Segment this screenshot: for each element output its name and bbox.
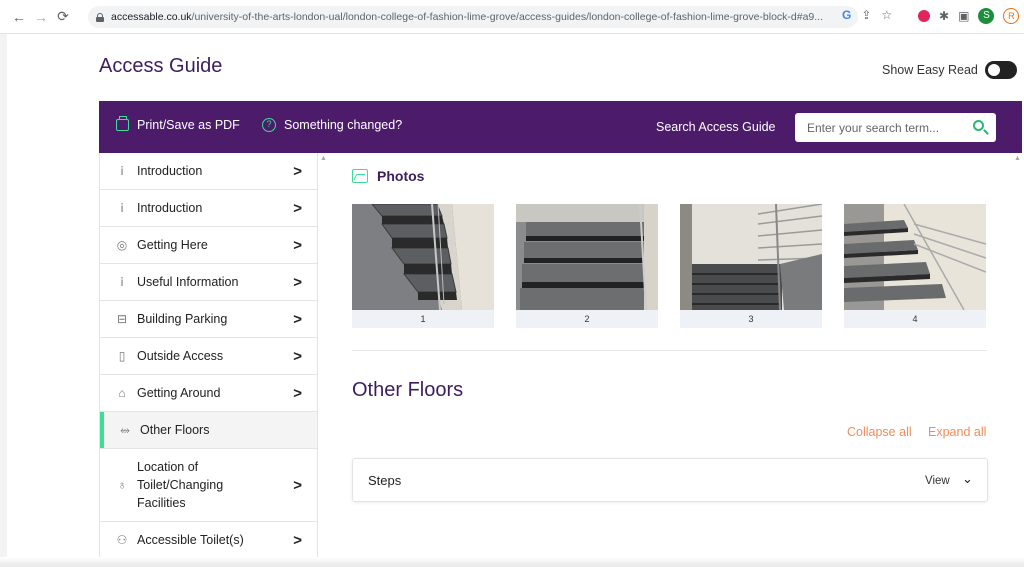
sidebar-item-label: Location of Toilet/Changing Facilities xyxy=(137,460,224,510)
building-icon: ⌂ xyxy=(118,386,126,400)
sidebar-item-label: Accessible Toilet(s) xyxy=(137,533,244,547)
accordion-view-label: View xyxy=(925,475,950,487)
photo-card[interactable]: 4 xyxy=(844,204,986,328)
sidebar-scroll-up-icon[interactable]: ▲ xyxy=(320,155,327,165)
extension-icon[interactable] xyxy=(918,10,930,22)
staircase-photo xyxy=(352,204,494,310)
chevron-right-icon: > xyxy=(293,476,302,494)
chevron-right-icon: > xyxy=(293,531,302,549)
search-input[interactable] xyxy=(807,120,967,135)
photo-caption: 4 xyxy=(844,310,986,328)
chevron-right-icon: > xyxy=(293,384,302,402)
sidebar-item-label: Getting Here xyxy=(137,238,208,252)
section-divider xyxy=(352,350,987,351)
photo-caption: 1 xyxy=(352,310,494,328)
sidebar-nav: ⅰ Introduction > ⅰ Introduction > ◎ Gett… xyxy=(99,153,318,567)
side-panel-icon[interactable]: ▣ xyxy=(958,9,969,23)
sidebar-item-getting-around[interactable]: ⌂ Getting Around > xyxy=(100,375,317,412)
url-path: /university-of-the-arts-london-ual/londo… xyxy=(191,11,824,23)
toggle-knob xyxy=(987,64,1000,76)
chevron-right-icon: > xyxy=(293,162,302,180)
steps-accordion[interactable]: Steps View ⌄ xyxy=(352,458,988,502)
printer-icon xyxy=(116,116,129,131)
accordion-title: Steps xyxy=(368,473,402,488)
easy-read-toggle[interactable] xyxy=(984,61,1017,79)
chevron-right-icon: > xyxy=(293,236,302,254)
photo-card[interactable]: 1 xyxy=(352,204,494,328)
profile-avatar[interactable]: S xyxy=(978,8,995,24)
info-icon: ⅰ xyxy=(120,201,124,215)
sidebar-item-label: Introduction xyxy=(137,164,203,178)
sidebar-item-label: Useful Information xyxy=(137,275,239,289)
back-icon[interactable]: ← xyxy=(8,9,30,25)
print-label: Print/Save as PDF xyxy=(137,118,240,132)
search-label: Search Access Guide xyxy=(656,120,776,134)
other-floors-heading: Other Floors xyxy=(352,379,464,401)
photo-card[interactable]: 2 xyxy=(516,204,658,328)
page-content: Access Guide Show Easy Read Print/Save a… xyxy=(7,34,1024,567)
something-changed-label: Something changed? xyxy=(284,118,403,132)
staircase-photo xyxy=(516,204,658,310)
info-icon: ⅰ xyxy=(120,164,124,178)
question-icon: ? xyxy=(262,118,276,132)
info-icon: ⅰ xyxy=(120,275,124,289)
image-icon xyxy=(352,169,368,183)
car-icon: ⊟ xyxy=(116,312,128,326)
location-pin-icon: ◎ xyxy=(116,238,128,252)
easy-read-toggle-row[interactable]: Show Easy Read xyxy=(882,61,1017,79)
search-box xyxy=(795,113,996,142)
google-icon[interactable]: G xyxy=(842,8,851,22)
chevron-right-icon: > xyxy=(293,347,302,365)
sidebar-item-label: Getting Around xyxy=(137,386,221,400)
profile-avatar-secondary[interactable]: R xyxy=(1003,8,1020,24)
address-bar[interactable]: accessable.co.uk/university-of-the-arts-… xyxy=(88,6,858,28)
easy-read-label: Show Easy Read xyxy=(882,63,978,77)
share-icon[interactable]: ⇪ xyxy=(861,8,871,22)
search-icon[interactable] xyxy=(973,120,984,131)
main-scroll-up-icon[interactable]: ▲ xyxy=(1014,155,1021,162)
sidebar-item-toilet-changing[interactable]: ♁ Location of Toilet/Changing Facilities… xyxy=(100,449,317,522)
sidebar-item-introduction[interactable]: ⅰ Introduction > xyxy=(100,153,317,190)
chevron-right-icon: > xyxy=(293,310,302,328)
collapse-all-link[interactable]: Collapse all xyxy=(847,425,912,439)
sidebar-item-useful-information[interactable]: ⅰ Useful Information > xyxy=(100,264,317,301)
forward-icon[interactable]: → xyxy=(30,9,52,25)
print-button[interactable]: Print/Save as PDF xyxy=(116,116,240,132)
lock-icon xyxy=(96,12,104,22)
reload-icon[interactable]: ⟳ xyxy=(52,8,74,25)
sidebar-item-outside-access[interactable]: ▯ Outside Access > xyxy=(100,338,317,375)
chevron-down-icon: ⌄ xyxy=(962,471,973,486)
something-changed-button[interactable]: ? Something changed? xyxy=(262,118,402,132)
chevron-right-icon: > xyxy=(293,199,302,217)
sidebar-item-label: Building Parking xyxy=(137,312,228,326)
sidebar-item-label: Other Floors xyxy=(140,423,210,437)
sidebar-item-other-floors[interactable]: ⥈ Other Floors xyxy=(100,412,317,449)
accessible-toilet-icon: ⚇ xyxy=(116,533,128,547)
expand-all-link[interactable]: Expand all xyxy=(928,425,986,439)
staircase-photo xyxy=(680,204,822,310)
photos-heading-label: Photos xyxy=(377,168,425,184)
chevron-right-icon: > xyxy=(293,273,302,291)
stairs-icon: ⥈ xyxy=(120,422,130,437)
door-icon: ▯ xyxy=(118,349,126,363)
toilet-icon: ♁ xyxy=(117,478,127,492)
sidebar-item-introduction-2[interactable]: ⅰ Introduction > xyxy=(100,190,317,227)
page-title: Access Guide xyxy=(99,55,223,77)
photo-caption: 2 xyxy=(516,310,658,328)
window-bottom-edge xyxy=(0,557,1024,567)
puzzle-icon[interactable]: ✱ xyxy=(939,9,949,23)
photos-heading: Photos xyxy=(352,168,424,184)
sidebar-item-label: Outside Access xyxy=(137,349,224,363)
bookmark-star-icon[interactable]: ☆ xyxy=(881,8,892,22)
staircase-photo xyxy=(844,204,986,310)
guide-toolbar: Print/Save as PDF ? Something changed? S… xyxy=(99,101,1022,153)
photo-caption: 3 xyxy=(680,310,822,328)
sidebar-item-getting-here[interactable]: ◎ Getting Here > xyxy=(100,227,317,264)
photo-card[interactable]: 3 xyxy=(680,204,822,328)
sidebar-item-building-parking[interactable]: ⊟ Building Parking > xyxy=(100,301,317,338)
url-host: accessable.co.uk xyxy=(111,11,192,23)
sidebar-item-accessible-toilets[interactable]: ⚇ Accessible Toilet(s) > xyxy=(100,522,317,559)
sidebar-item-label: Introduction xyxy=(137,201,203,215)
